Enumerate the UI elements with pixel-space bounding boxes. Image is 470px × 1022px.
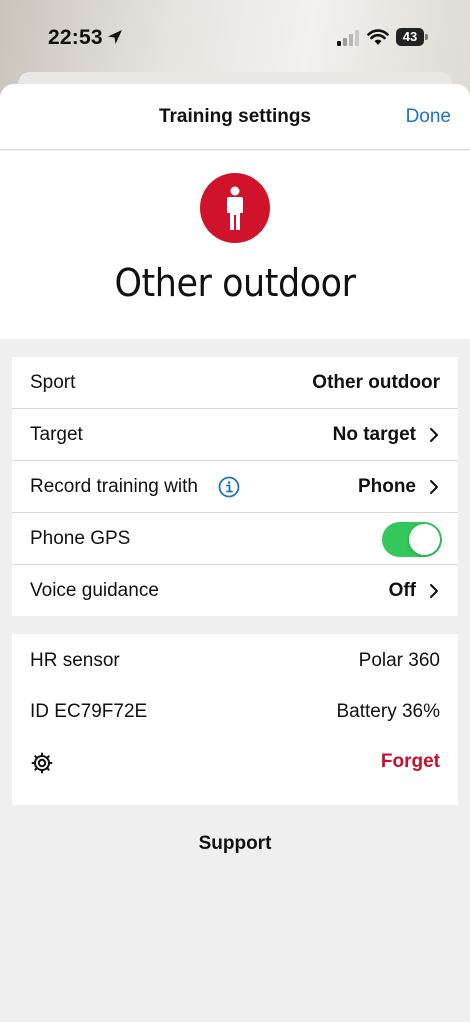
record-training-label: Record training with — [30, 476, 198, 497]
training-settings-sheet: Training settings Done Other outdoor Spo… — [0, 84, 470, 1022]
status-time: 22:53 — [48, 26, 103, 49]
voice-guidance-value: Off — [388, 580, 416, 601]
location-arrow-icon — [108, 30, 122, 44]
gear-icon[interactable] — [30, 751, 54, 775]
support-link[interactable]: Support — [0, 833, 470, 855]
sport-badge — [200, 173, 270, 243]
sensor-battery: Battery 36% — [336, 701, 441, 722]
hr-sensor-name: Polar 360 — [358, 650, 440, 671]
hr-sensor-card: HR sensor Polar 360 ID EC79F72E Battery … — [12, 634, 458, 805]
sport-header: Other outdoor — [0, 151, 470, 339]
sport-row: Sport Other outdoor — [12, 357, 458, 409]
sport-label: Sport — [30, 372, 76, 393]
phone-gps-toggle[interactable] — [382, 522, 442, 557]
target-row[interactable]: Target No target — [12, 409, 458, 461]
record-training-row[interactable]: Record training with Phone — [12, 461, 458, 513]
chevron-right-icon — [430, 428, 438, 442]
battery-icon: 43 — [396, 28, 428, 46]
target-value: No target — [332, 424, 416, 445]
toggle-knob — [409, 524, 440, 555]
sensor-id: ID EC79F72E — [30, 701, 148, 722]
person-icon — [227, 186, 243, 230]
target-label: Target — [30, 424, 83, 445]
voice-guidance-row[interactable]: Voice guidance Off — [12, 565, 458, 617]
cellular-signal-icon — [337, 30, 359, 46]
status-bar: 22:53 43 — [0, 0, 470, 76]
done-button[interactable]: Done — [406, 84, 451, 150]
training-settings-list: Sport Other outdoor Target No target Rec… — [12, 357, 458, 616]
hr-sensor-label: HR sensor — [30, 650, 120, 671]
sport-name: Other outdoor — [114, 261, 356, 305]
phone-gps-row: Phone GPS — [12, 513, 458, 565]
phone-gps-label: Phone GPS — [30, 528, 131, 549]
wifi-icon — [367, 29, 389, 45]
chevron-right-icon — [430, 480, 438, 494]
forget-button[interactable]: Forget — [381, 751, 440, 773]
page-title: Training settings — [158, 106, 312, 127]
navigation-bar: Training settings Done — [0, 84, 470, 150]
sport-value: Other outdoor — [312, 372, 440, 393]
battery-level: 43 — [402, 29, 418, 44]
voice-guidance-label: Voice guidance — [30, 580, 159, 601]
record-training-value: Phone — [357, 476, 416, 497]
info-icon[interactable] — [218, 476, 240, 498]
chevron-right-icon — [430, 584, 438, 598]
